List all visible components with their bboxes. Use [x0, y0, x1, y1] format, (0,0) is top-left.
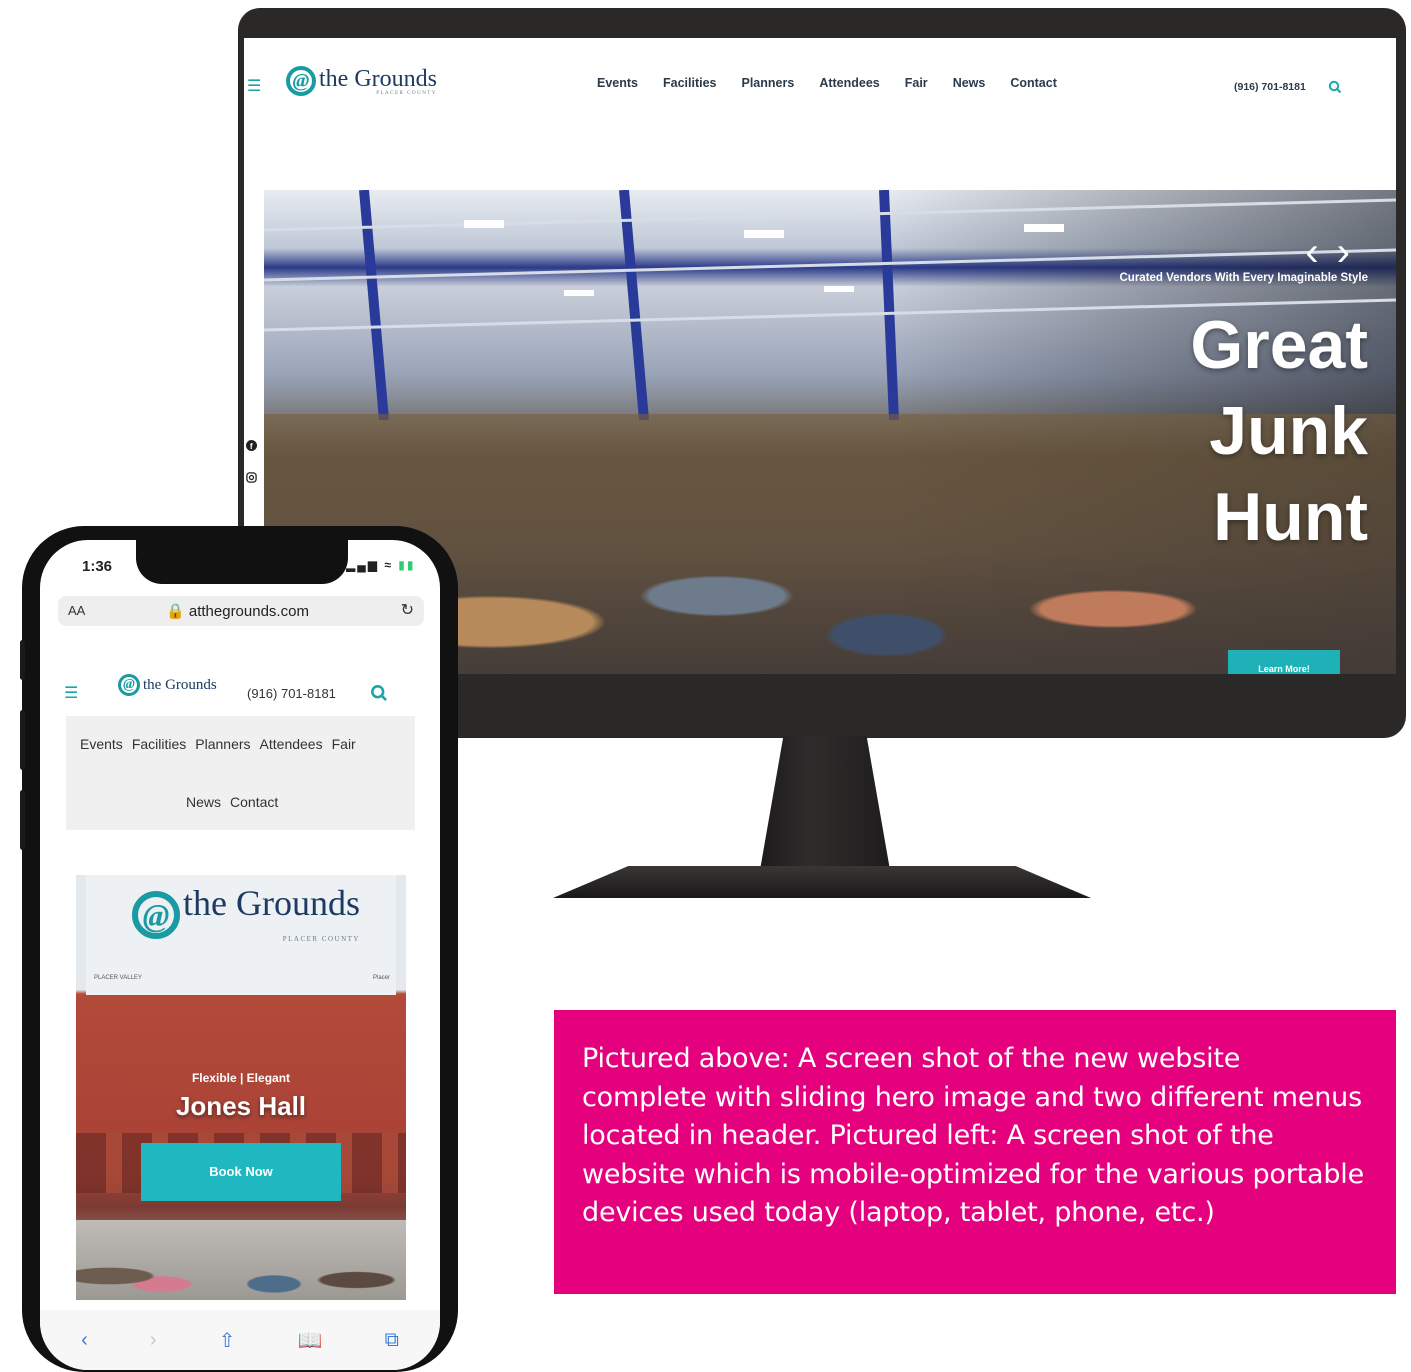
nav-item-planners[interactable]: Planners	[742, 76, 795, 90]
header-phone-number[interactable]: (916) 701-8181	[1234, 81, 1306, 93]
hamburger-menu-icon[interactable]: ☰	[247, 76, 261, 96]
at-logo-icon: @	[286, 66, 316, 96]
mobile-search-icon[interactable]	[370, 684, 388, 707]
mobile-nav-events[interactable]: Events	[80, 736, 123, 752]
browser-address-bar[interactable]: AA 🔒 atthegrounds.com ↻	[58, 596, 424, 626]
battery-icon: ▮▮	[398, 558, 416, 572]
nav-item-news[interactable]: News	[953, 76, 986, 90]
mobile-nav-attendees[interactable]: Attendees	[260, 736, 323, 752]
instagram-icon[interactable]	[246, 470, 257, 488]
book-now-button[interactable]: Book Now	[141, 1143, 341, 1201]
url-text: atthegrounds.com	[188, 603, 309, 620]
hero-title: Great Junk Hunt	[1190, 302, 1368, 560]
site-logo[interactable]: @ the Grounds PLACER COUNTY	[286, 66, 437, 96]
svg-text:f: f	[250, 442, 253, 451]
search-icon[interactable]	[1328, 80, 1342, 99]
phone-notch	[136, 540, 348, 584]
forward-icon[interactable]: ›	[150, 1329, 157, 1352]
back-icon[interactable]: ‹	[81, 1329, 88, 1352]
mobile-nav-news[interactable]: News	[186, 794, 221, 810]
caption-text: Pictured above: A screen shot of the new…	[582, 1043, 1364, 1228]
nav-item-events[interactable]: Events	[597, 76, 638, 90]
mobile-logo-text: the Grounds	[143, 676, 217, 693]
mobile-nav-menu: Events Facilities Planners Attendees Fai…	[66, 716, 415, 830]
caption-box: Pictured above: A screen shot of the new…	[554, 1010, 1396, 1294]
mobile-hero: @ the Grounds PLACER COUNTY PLACER VALLE…	[76, 875, 406, 1300]
slider-prev-next-arrows[interactable]: ‹›	[1305, 230, 1368, 275]
browser-toolbar: ‹ › ⇧ 📖 ⧉	[40, 1310, 440, 1370]
lock-icon: 🔒	[166, 603, 185, 620]
learn-more-button[interactable]: Learn More!	[1228, 650, 1340, 674]
nav-item-attendees[interactable]: Attendees	[819, 76, 879, 90]
reader-text-size-button[interactable]: AA	[68, 603, 85, 618]
banner-logo: @ the Grounds PLACER COUNTY	[132, 885, 360, 957]
banner-left-tag: PLACER VALLEY	[94, 975, 142, 981]
monitor-stand-neck	[760, 736, 890, 870]
hero-title-line-3: Hunt	[1213, 479, 1368, 555]
mobile-hero-subtitle: Flexible | Elegant	[191, 1071, 291, 1085]
url-field[interactable]: 🔒 atthegrounds.com	[166, 602, 309, 620]
banner-sponsor-row: PLACER VALLEY Placer	[94, 975, 390, 981]
status-time: 1:36	[82, 558, 113, 575]
mobile-nav-facilities[interactable]: Facilities	[132, 736, 186, 752]
wifi-icon: ≈	[384, 558, 393, 572]
nav-item-facilities[interactable]: Facilities	[663, 76, 717, 90]
reload-icon[interactable]: ↻	[401, 600, 414, 620]
mobile-nav-planners[interactable]: Planners	[195, 736, 250, 752]
mobile-nav-fair[interactable]: Fair	[332, 736, 356, 752]
desktop-header: ☰ @ the Grounds PLACER COUNTY Events Fac…	[244, 38, 1396, 138]
banner-logo-subtitle: PLACER COUNTY	[282, 935, 360, 943]
mobile-phone-number[interactable]: (916) 701-8181	[247, 686, 336, 701]
nav-item-contact[interactable]: Contact	[1010, 76, 1057, 90]
signal-icon: ▂▄▆	[346, 558, 379, 572]
share-icon[interactable]: ⇧	[219, 1328, 236, 1353]
nav-item-fair[interactable]: Fair	[905, 76, 928, 90]
social-links: f	[246, 438, 257, 488]
phone-volume-down	[20, 790, 25, 850]
mobile-nav-row-2: News Contact	[186, 794, 278, 810]
mobile-screen: 1:36 ▂▄▆ ≈ ▮▮ AA 🔒 atthegrounds.com ↻ ☰ …	[40, 540, 440, 1370]
facebook-icon[interactable]: f	[246, 438, 257, 456]
monitor-stand-base	[553, 866, 1091, 898]
tabs-icon[interactable]: ⧉	[385, 1329, 399, 1352]
banner-at-logo-icon: @	[132, 891, 180, 939]
mobile-site-logo[interactable]: @ the Grounds	[118, 674, 217, 696]
status-icons: ▂▄▆ ≈ ▮▮	[346, 558, 415, 572]
desktop-main-nav: Events Facilities Planners Attendees Fai…	[597, 76, 1057, 90]
mobile-hero-title: Jones Hall	[175, 1091, 307, 1121]
banner-logo-text: the Grounds	[183, 883, 360, 923]
mobile-at-logo-icon: @	[118, 674, 140, 696]
phone-side-button	[20, 640, 25, 680]
phone-volume-up	[20, 710, 25, 770]
building-banner: @ the Grounds PLACER COUNTY PLACER VALLE…	[86, 875, 396, 995]
mobile-hamburger-menu-icon[interactable]: ☰	[64, 683, 78, 703]
hero-title-line-2: Junk	[1209, 393, 1368, 469]
mobile-nav-row-1: Events Facilities Planners Attendees Fai…	[80, 736, 356, 752]
hero-photo-people	[76, 1220, 406, 1300]
bookmarks-icon[interactable]: 📖	[298, 1328, 323, 1353]
mobile-nav-contact[interactable]: Contact	[230, 794, 278, 810]
hero-subtitle: Curated Vendors With Every Imaginable St…	[1119, 272, 1369, 284]
logo-text: the Grounds	[319, 65, 437, 92]
banner-right-tag: Placer	[372, 975, 390, 981]
hero-title-line-1: Great	[1190, 307, 1368, 383]
